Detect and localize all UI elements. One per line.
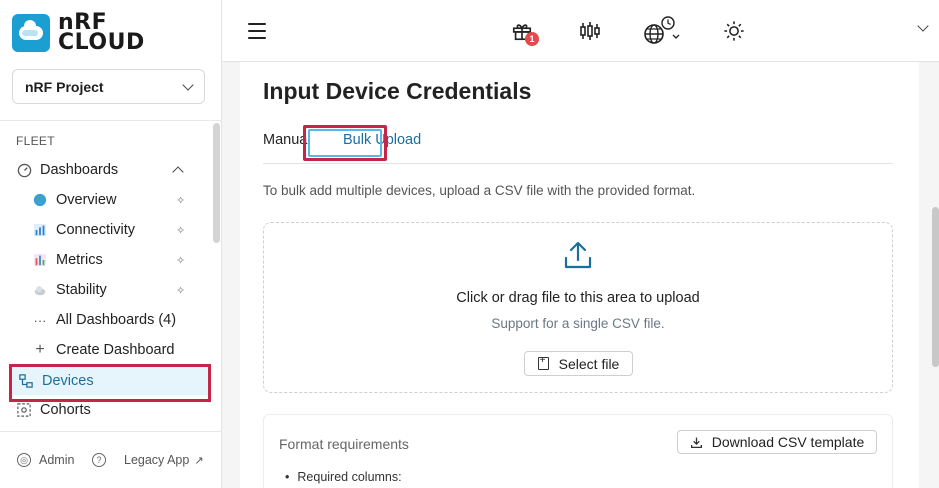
sidebar-scrollbar[interactable] [213,123,220,243]
menu-icon[interactable] [248,23,266,39]
upload-icon [564,241,592,269]
cloud-icon [32,282,48,298]
nrf-cloud-logo[interactable]: nRF CLOUD [12,12,145,55]
gauge-icon [16,162,32,178]
dropzone-subtitle: Support for a single CSV file. [491,316,665,331]
sun-icon[interactable] [721,18,747,44]
cloud-logo-icon [12,14,50,52]
select-file-label: Select file [558,355,620,372]
legacy-app-link[interactable]: ? Legacy App ↗ [92,453,204,467]
sidebar-item-label: Connectivity [56,222,135,238]
sidebar-item-label: Overview [56,192,117,208]
sidebar-item-label: Cohorts [40,402,91,418]
sidebar-footer: ◎ Admin ? Legacy App ↗ [0,446,222,474]
chevron-up-icon[interactable] [172,166,184,178]
metrics-chart-icon [32,252,48,268]
bulk-upload-focus-ring [308,129,382,157]
admin-icon: ◎ [17,453,31,467]
sidebar-item-devices[interactable]: Devices [10,367,210,395]
sidebar-item-overview[interactable]: Overview ✧ [0,186,212,214]
download-csv-template-button[interactable]: Download CSV template [677,430,877,454]
download-csv-template-label: Download CSV template [711,434,865,450]
project-selector[interactable]: nRF Project [12,69,205,104]
file-dropzone[interactable]: Click or drag file to this area to uploa… [263,222,893,393]
sidebar-item-connectivity[interactable]: Connectivity ✧ [0,216,212,244]
sidebar-item-label: Create Dashboard [56,342,175,358]
notification-badge: 1 [525,32,539,46]
dropzone-title: Click or drag file to this area to uploa… [456,290,700,306]
sidebar-item-label: All Dashboards (4) [56,312,177,328]
gift-icon[interactable]: 1 [509,18,539,46]
pin-icon[interactable]: ✧ [176,254,188,267]
file-add-icon [537,355,549,370]
sidebar-item-label: Metrics [56,252,103,268]
project-name: nRF Project [25,78,104,95]
cohorts-icon [16,402,32,418]
bar-chart-icon [32,222,48,238]
plus-icon: + [35,341,45,358]
pin-icon[interactable]: ✧ [176,224,188,237]
timezone-globe-icon[interactable] [640,16,684,44]
select-file-button[interactable]: Select file [524,351,633,376]
requirement-item: Required columns: [285,470,401,484]
sidebar-item-create-dashboard[interactable]: + Create Dashboard [0,336,212,364]
devices-icon [18,373,34,389]
ellipsis-icon: ··· [33,312,47,328]
sidebar-item-all-dashboards[interactable]: ··· All Dashboards (4) [0,306,212,334]
candlestick-chart-icon[interactable] [577,18,603,44]
pin-icon[interactable]: ✧ [176,194,188,207]
section-label-fleet: FLEET [16,134,55,148]
legacy-app-label: Legacy App [124,453,190,467]
sidebar-item-metrics[interactable]: Metrics ✧ [0,246,212,274]
main-content: Input Device Credentials Manual Bulk Upl… [222,62,939,488]
chevron-down-icon [182,78,194,91]
sidebar-item-label: Stability [56,282,107,298]
pin-icon[interactable]: ✧ [176,284,188,297]
admin-link[interactable]: ◎ Admin [17,453,74,467]
external-link-icon: ↗ [194,454,204,467]
sidebar-item-label: Dashboards [40,162,119,178]
sidebar: nRF CLOUD nRF Project FLEET Dashboards O… [0,0,222,488]
download-icon [690,437,702,448]
sidebar-item-cohorts[interactable]: Cohorts [0,396,212,424]
admin-label: Admin [39,453,75,467]
brand-line-2: CLOUD [58,30,145,55]
help-icon: ? [92,453,106,467]
sidebar-item-stability[interactable]: Stability ✧ [0,276,212,304]
bulk-upload-description: To bulk add multiple devices, upload a C… [263,183,696,198]
main-scrollbar[interactable] [932,207,939,367]
brand-name: nRF CLOUD [58,12,145,55]
page-title: Input Device Credentials [263,78,532,104]
format-requirements-title: Format requirements [279,436,409,452]
globe-icon [32,192,48,208]
format-requirements-card: Format requirements Download CSV templat… [263,414,893,488]
sidebar-item-label: Devices [42,373,94,389]
sidebar-item-dashboards[interactable]: Dashboards [0,156,212,184]
top-bar: 1 [222,0,939,62]
chevron-down-icon[interactable] [917,20,929,32]
